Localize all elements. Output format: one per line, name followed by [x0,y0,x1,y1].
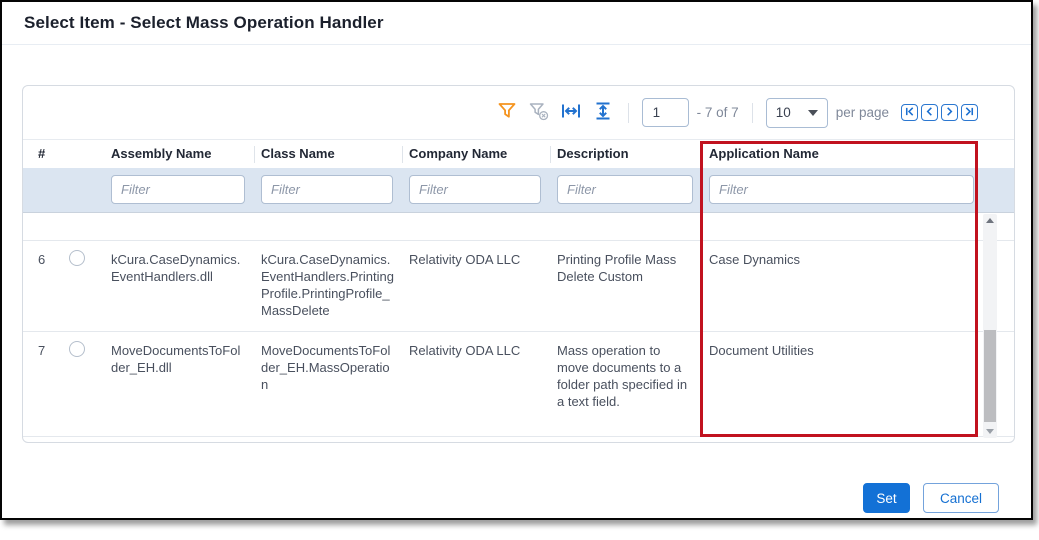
next-page-button[interactable] [941,104,958,121]
filter-input-application-name[interactable] [709,175,974,204]
cell-class-name: MoveDocumentsToFolder_EH.MassOperation [261,343,391,392]
filter-input-description[interactable] [557,175,693,204]
filter-input-assembly-name[interactable] [111,175,245,204]
cell-application-name: Document Utilities [709,343,814,358]
column-header-number[interactable]: # [23,141,65,168]
row-radio-button[interactable] [69,341,85,357]
table-body: 6 kCura.CaseDynamics.EventHandlers.dll k… [23,213,1014,442]
scroll-down-icon [986,429,994,434]
table-filter-row [23,168,1014,213]
header-divider [402,146,403,163]
clear-filters-button[interactable] [527,101,551,125]
list-toolbar: - 7 of 7 10 per page [23,86,1014,140]
filter-input-class-name[interactable] [261,175,393,204]
cancel-button[interactable]: Cancel [923,483,999,513]
filter-input-company-name[interactable] [409,175,541,204]
scroll-down-button[interactable] [983,425,997,438]
previous-page-button[interactable] [921,104,938,121]
table-header-row: # Assembly Name Class Name Company Name … [23,141,1014,168]
set-button[interactable]: Set [863,483,910,513]
cell-number: 7 [38,343,46,358]
page-size-dropdown[interactable]: 10 [765,97,828,128]
scroll-up-button[interactable] [983,214,997,227]
table-row[interactable]: 7 MoveDocumentsToFolder_EH.dll MoveDocum… [23,332,1014,437]
item-list-card: - 7 of 7 10 per page [22,85,1015,443]
toolbar-separator [627,102,629,123]
filter-toggle-button[interactable] [495,101,519,125]
column-header-application-name[interactable]: Application Name [709,141,986,168]
title-divider [2,44,1031,45]
column-header-class-name[interactable]: Class Name [261,141,409,168]
column-width-icon [561,101,581,124]
partial-row [23,213,1014,241]
cell-description: Mass operation to move documents to a fo… [557,343,688,409]
per-page-label: per page [835,105,889,120]
cell-company-name: Relativity ODA LLC [409,343,521,358]
select-item-dialog: Select Item - Select Mass Operation Hand… [0,0,1033,520]
dialog-footer: Set Cancel [863,483,999,513]
pagination-controls [901,104,978,121]
header-divider [254,146,255,163]
scrollbar-thumb[interactable] [984,330,996,422]
filter-funnel-icon [497,101,517,124]
cell-company-name: Relativity ODA LLC [409,252,521,267]
filter-clear-icon [528,101,550,124]
column-header-company-name[interactable]: Company Name [409,141,557,168]
cell-assembly-name: MoveDocumentsToFolder_EH.dll [111,343,241,375]
first-page-icon [904,105,915,120]
cell-application-name: Case Dynamics [709,252,801,267]
fit-column-width-button[interactable] [559,101,583,125]
page-number-input[interactable] [641,98,689,127]
last-page-button[interactable] [961,104,978,121]
toolbar-separator [751,102,753,123]
cell-class-name: kCura.CaseDynamics.EventHandlers.Printin… [261,252,394,318]
next-page-icon [944,105,955,120]
column-header-select [65,141,111,168]
row-height-icon [593,101,613,124]
chevron-down-icon [807,109,818,116]
page-title: Select Item - Select Mass Operation Hand… [24,13,384,32]
column-header-assembly-name[interactable]: Assembly Name [111,141,261,168]
cell-description: Printing Profile Mass Delete Custom [557,252,677,284]
vertical-scrollbar[interactable] [983,214,997,438]
cell-number: 6 [38,252,46,267]
row-radio-button[interactable] [69,250,85,266]
cell-assembly-name: kCura.CaseDynamics.EventHandlers.dll [111,252,241,284]
fit-row-height-button[interactable] [591,101,615,125]
header-divider [550,146,551,163]
first-page-button[interactable] [901,104,918,121]
last-page-icon [964,105,975,120]
scroll-up-icon [986,218,994,223]
column-header-description[interactable]: Description [557,141,709,168]
page-size-value: 10 [775,105,791,120]
previous-page-icon [924,105,935,120]
table-row[interactable]: 6 kCura.CaseDynamics.EventHandlers.dll k… [23,241,1014,332]
result-range-label: - 7 of 7 [696,105,739,120]
